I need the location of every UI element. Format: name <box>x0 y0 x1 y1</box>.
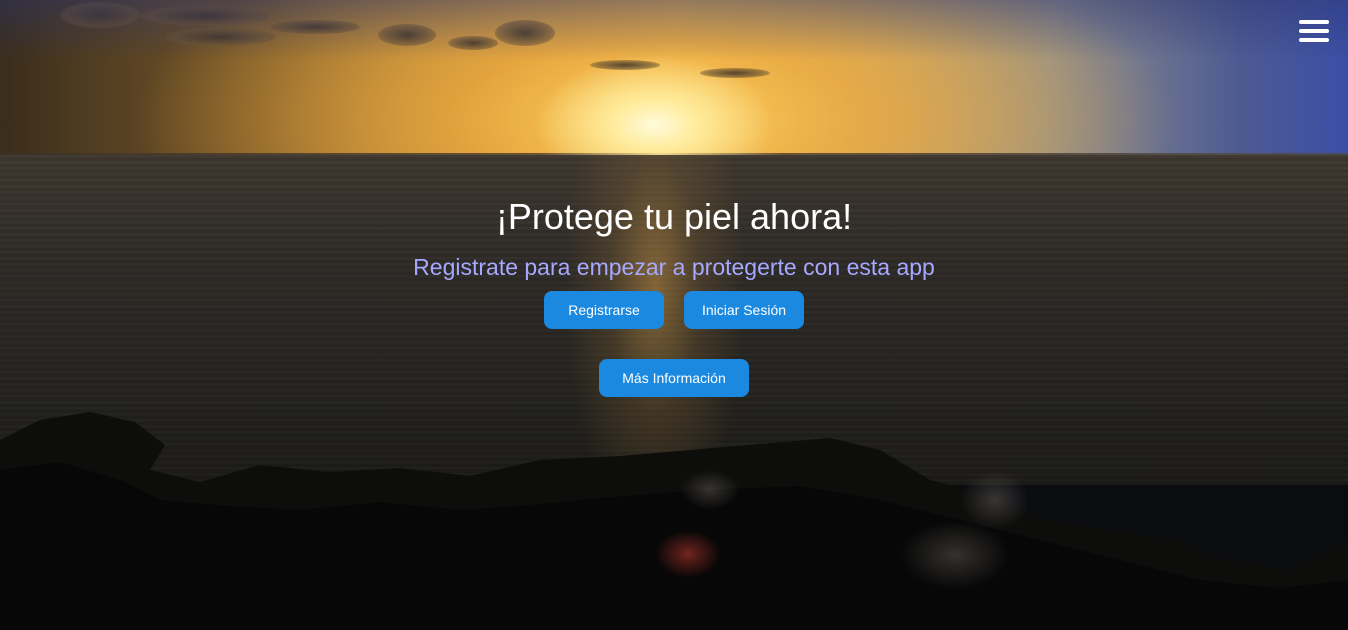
more-info-button[interactable]: Más Información <box>599 359 749 397</box>
sunset-sky <box>0 0 1348 160</box>
lens-flare <box>655 530 721 578</box>
hero-content: ¡Protege tu piel ahora! Registrate para … <box>0 195 1348 397</box>
auth-buttons: Registrarse Iniciar Sesión <box>0 291 1348 329</box>
rocky-coast <box>0 412 1348 630</box>
hamburger-menu-icon[interactable] <box>1299 20 1329 44</box>
register-button[interactable]: Registrarse <box>544 291 664 329</box>
page-subtitle: Registrate para empezar a protegerte con… <box>413 254 935 280</box>
login-button[interactable]: Iniciar Sesión <box>684 291 804 329</box>
page-title: ¡Protege tu piel ahora! <box>495 196 853 237</box>
info-button-row: Más Información <box>0 359 1348 397</box>
hero-section: ¡Protege tu piel ahora! Registrate para … <box>0 0 1348 630</box>
